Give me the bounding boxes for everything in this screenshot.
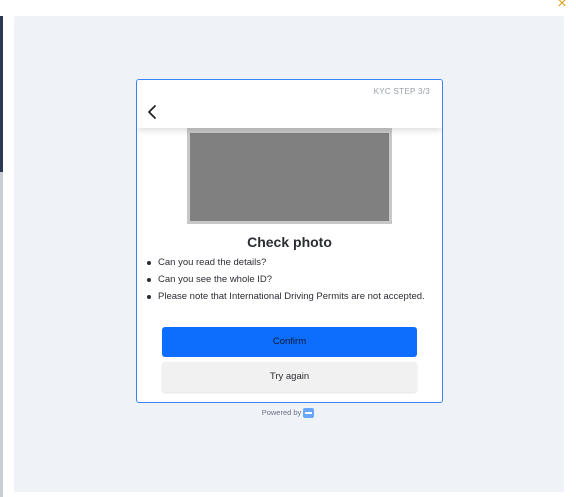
bullet-icon [147,278,151,282]
background-strip [0,16,3,172]
step-indicator: KYC STEP 3/3 [373,87,430,96]
kyc-card: KYC STEP 3/3 Check photo Can you read th… [136,79,443,403]
try-again-button[interactable]: Try again [162,362,417,392]
confirm-button[interactable]: Confirm [162,327,417,357]
close-icon[interactable]: × [554,0,570,12]
list-item-text: Can you see the whole ID? [158,274,273,285]
id-photo-preview [187,128,392,224]
bullet-icon [147,261,151,265]
page: × KYC STEP 3/3 Check photo Can you read … [0,0,576,497]
powered-by-label: Powered by [261,408,302,417]
bullet-icon [147,295,151,299]
list-item-text: Please note that International Driving P… [158,291,425,302]
powered-by: Powered by [0,408,576,419]
card-header: KYC STEP 3/3 [137,80,442,128]
page-title: Check photo [247,234,332,250]
id-photo-image [190,133,389,221]
brand-logo-icon [303,408,315,419]
background-strip-lower [0,172,3,497]
photo-checklist: Can you read the details? Can you see th… [147,256,427,307]
chevron-left-icon[interactable] [145,104,159,120]
list-item: Can you read the details? [147,256,427,269]
list-item: Can you see the whole ID? [147,273,427,286]
list-item: Please note that International Driving P… [147,290,427,303]
list-item-text: Can you read the details? [158,257,267,268]
